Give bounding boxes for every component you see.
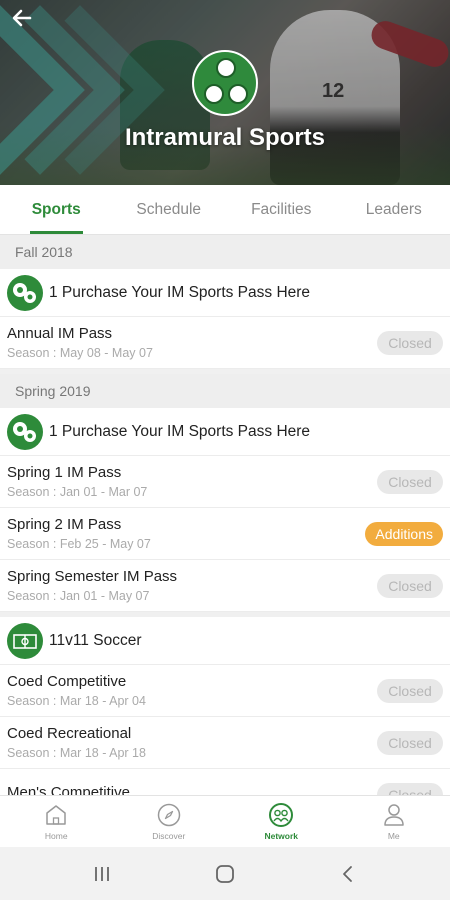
- section-header: Spring 2019: [0, 374, 450, 408]
- header-banner: 12 Intramural Sports: [0, 0, 450, 185]
- compass-icon: [157, 803, 180, 827]
- status-badge: Closed: [377, 730, 443, 755]
- item-season: Season : May 08 - May 07: [7, 346, 153, 360]
- status-badge: Closed: [377, 573, 443, 598]
- list-item[interactable]: Annual IM Pass Season : May 08 - May 07 …: [0, 317, 450, 369]
- sport-group-label: 1 Purchase Your IM Sports Pass Here: [49, 283, 311, 301]
- sport-group-label: 11v11 Soccer: [49, 631, 142, 649]
- tab-facilities[interactable]: Facilities: [225, 185, 338, 234]
- list-item[interactable]: Coed Recreational Season : Mar 18 - Apr …: [0, 717, 450, 769]
- arrow-left-icon: [12, 9, 32, 27]
- system-nav-bar: [0, 847, 450, 900]
- item-name: Coed Competitive: [7, 673, 127, 690]
- status-badge: Closed: [377, 469, 443, 494]
- sport-group-title[interactable]: 1 Purchase Your IM Sports Pass Here: [0, 408, 450, 456]
- soccer-icon: [7, 622, 43, 659]
- list-item[interactable]: Coed Competitive Season : Mar 18 - Apr 0…: [0, 665, 450, 717]
- item-season: Season : Jan 01 - May 07: [7, 589, 150, 603]
- item-name: Annual IM Pass: [7, 325, 113, 342]
- sport-group-title[interactable]: 1 Purchase Your IM Sports Pass Here: [0, 269, 450, 317]
- nav-label: Home: [44, 831, 68, 841]
- item-name: Men's Competitive: [7, 784, 130, 795]
- nav-label: Discover: [152, 831, 186, 841]
- sport-group: 11v11 Soccer Coed Competitive Season : M…: [0, 617, 450, 795]
- back-chevron-icon: [343, 865, 353, 882]
- item-name: Spring 1 IM Pass: [7, 464, 122, 481]
- recents-button[interactable]: [82, 859, 122, 889]
- sport-group: 1 Purchase Your IM Sports Pass Here Annu…: [0, 269, 450, 369]
- home-circle-icon: [216, 864, 234, 883]
- status-badge: Closed: [377, 782, 443, 795]
- sport-group: 1 Purchase Your IM Sports Pass Here Spri…: [0, 408, 450, 612]
- system-back-button[interactable]: [328, 859, 368, 889]
- person-icon: [384, 804, 404, 826]
- tab-bar: Sports Schedule Facilities Leaders: [0, 185, 450, 235]
- network-icon: [269, 803, 294, 827]
- home-icon: [46, 805, 66, 825]
- item-name: Spring Semester IM Pass: [7, 568, 178, 585]
- nav-label: Me: [387, 831, 400, 841]
- sport-group-label: 1 Purchase Your IM Sports Pass Here: [49, 422, 311, 440]
- nav-me[interactable]: Me: [338, 796, 450, 847]
- sports-list[interactable]: Fall 2018 1 Purchase Your IM Sports Pass…: [0, 235, 450, 795]
- status-badge: Additions: [365, 521, 443, 546]
- page-title: Intramural Sports: [124, 124, 326, 151]
- item-season: Season : Mar 18 - Apr 04: [7, 694, 146, 708]
- section-header: Fall 2018: [0, 235, 450, 269]
- tab-sports[interactable]: Sports: [0, 185, 113, 234]
- nav-discover[interactable]: Discover: [113, 796, 226, 847]
- item-name: Coed Recreational: [7, 725, 132, 742]
- status-badge: Closed: [377, 678, 443, 703]
- nav-label: Network: [264, 831, 299, 841]
- tab-schedule[interactable]: Schedule: [113, 185, 226, 234]
- item-name: Spring 2 IM Pass: [7, 516, 122, 533]
- list-item[interactable]: Spring Semester IM Pass Season : Jan 01 …: [0, 560, 450, 612]
- sports-balls-icon: [7, 274, 43, 311]
- list-item[interactable]: Men's Competitive Closed: [0, 769, 450, 795]
- system-home-button[interactable]: [205, 859, 245, 889]
- status-badge: Closed: [377, 330, 443, 355]
- sport-group-title[interactable]: 11v11 Soccer: [0, 617, 450, 665]
- list-item[interactable]: Spring 1 IM Pass Season : Jan 01 - Mar 0…: [0, 456, 450, 508]
- list-item[interactable]: Spring 2 IM Pass Season : Feb 25 - May 0…: [0, 508, 450, 560]
- back-button[interactable]: [8, 4, 36, 32]
- recents-icon: [94, 866, 109, 881]
- bottom-nav: Home Discover Network Me: [0, 795, 450, 847]
- item-season: Season : Feb 25 - May 07: [7, 537, 151, 551]
- sports-balls-logo-icon: [192, 50, 258, 116]
- item-season: Season : Jan 01 - Mar 07: [7, 485, 148, 499]
- nav-home[interactable]: Home: [0, 796, 113, 847]
- tab-leaders[interactable]: Leaders: [338, 185, 450, 234]
- item-season: Season : Mar 18 - Apr 18: [7, 746, 146, 760]
- nav-network[interactable]: Network: [225, 796, 338, 847]
- sports-balls-icon: [7, 413, 43, 450]
